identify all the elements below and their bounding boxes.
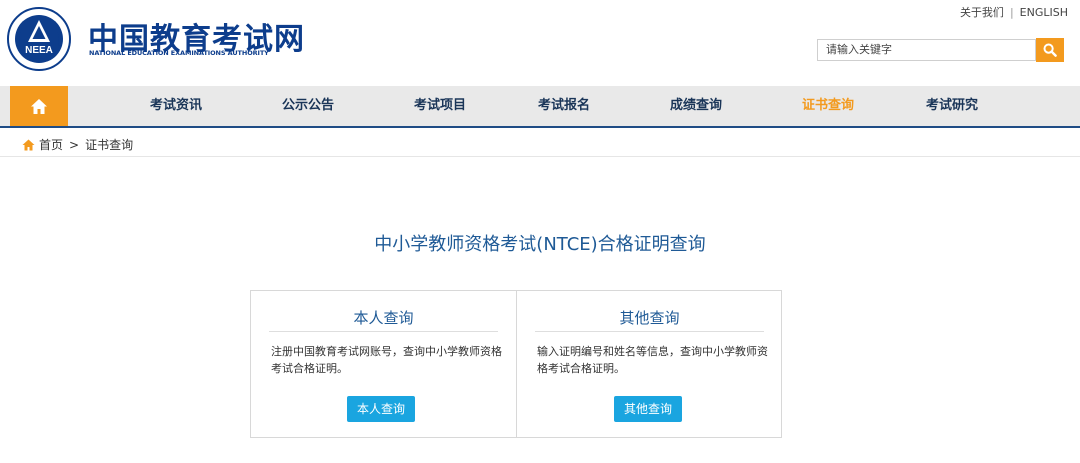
card-title: 其他查询 bbox=[619, 309, 680, 327]
other-query-card: 其他查询 输入证明编号和姓名等信息，查询中小学教师资格考试合格证明。 其他查询 bbox=[517, 291, 782, 437]
card-title: 本人查询 bbox=[353, 309, 414, 327]
search-icon bbox=[1043, 43, 1057, 57]
search-button[interactable] bbox=[1036, 38, 1064, 62]
card-description: 输入证明编号和姓名等信息，查询中小学教师资格考试合格证明。 bbox=[537, 345, 768, 375]
card-divider bbox=[535, 331, 764, 332]
other-query-button[interactable]: 其他查询 bbox=[614, 396, 683, 422]
nav-item-exam-research[interactable]: 考试研究 bbox=[926, 86, 978, 126]
self-query-card: 本人查询 注册中国教育考试网账号，查询中小学教师资格考试合格证明。 本人查询 bbox=[251, 291, 516, 437]
nav-home-button[interactable] bbox=[10, 86, 68, 126]
nav-item-score-query[interactable]: 成绩查询 bbox=[670, 86, 722, 126]
home-icon bbox=[22, 139, 35, 150]
card-divider bbox=[269, 331, 498, 332]
neea-emblem-logo[interactable]: NEEA bbox=[6, 6, 72, 72]
site-header: NEEA 中国教育考试网 NATIONAL EDUCATION EXAMINAT… bbox=[0, 0, 1080, 86]
card-description: 注册中国教育考试网账号，查询中小学教师资格考试合格证明。 bbox=[271, 345, 502, 375]
breadcrumb-divider bbox=[0, 156, 1080, 157]
top-links-separator: | bbox=[1009, 6, 1014, 19]
self-query-button[interactable]: 本人查询 bbox=[347, 396, 416, 422]
english-link[interactable]: ENGLISH bbox=[1020, 6, 1068, 19]
svg-text:NEEA: NEEA bbox=[25, 45, 53, 56]
query-options: 本人查询 注册中国教育考试网账号，查询中小学教师资格考试合格证明。 本人查询 其… bbox=[250, 290, 782, 438]
site-logo-english: NATIONAL EDUCATION EXAMINATIONS AUTHORIT… bbox=[89, 49, 269, 57]
nav-item-exam-registration[interactable]: 考试报名 bbox=[538, 86, 590, 126]
search-input[interactable]: 请输入关键字 bbox=[817, 39, 1036, 61]
nav-item-exam-news[interactable]: 考试资讯 bbox=[150, 86, 202, 126]
breadcrumb: 首页 > 证书查询 bbox=[22, 136, 133, 153]
nav-item-certificate-query[interactable]: 证书查询 bbox=[802, 86, 854, 126]
main-navigation: 考试资讯 公示公告 考试项目 考试报名 成绩查询 证书查询 考试研究 bbox=[0, 86, 1080, 128]
home-icon bbox=[31, 98, 47, 114]
breadcrumb-home-link[interactable]: 首页 bbox=[39, 136, 63, 153]
nav-item-exam-programs[interactable]: 考试项目 bbox=[414, 86, 466, 126]
top-links: 关于我们 | ENGLISH bbox=[960, 4, 1068, 20]
breadcrumb-current: 证书查询 bbox=[85, 138, 134, 152]
breadcrumb-separator: > bbox=[69, 137, 80, 152]
nav-item-announcements[interactable]: 公示公告 bbox=[282, 86, 334, 126]
about-us-link[interactable]: 关于我们 bbox=[960, 6, 1004, 19]
page-title: 中小学教师资格考试(NTCE)合格证明查询 bbox=[374, 234, 706, 255]
